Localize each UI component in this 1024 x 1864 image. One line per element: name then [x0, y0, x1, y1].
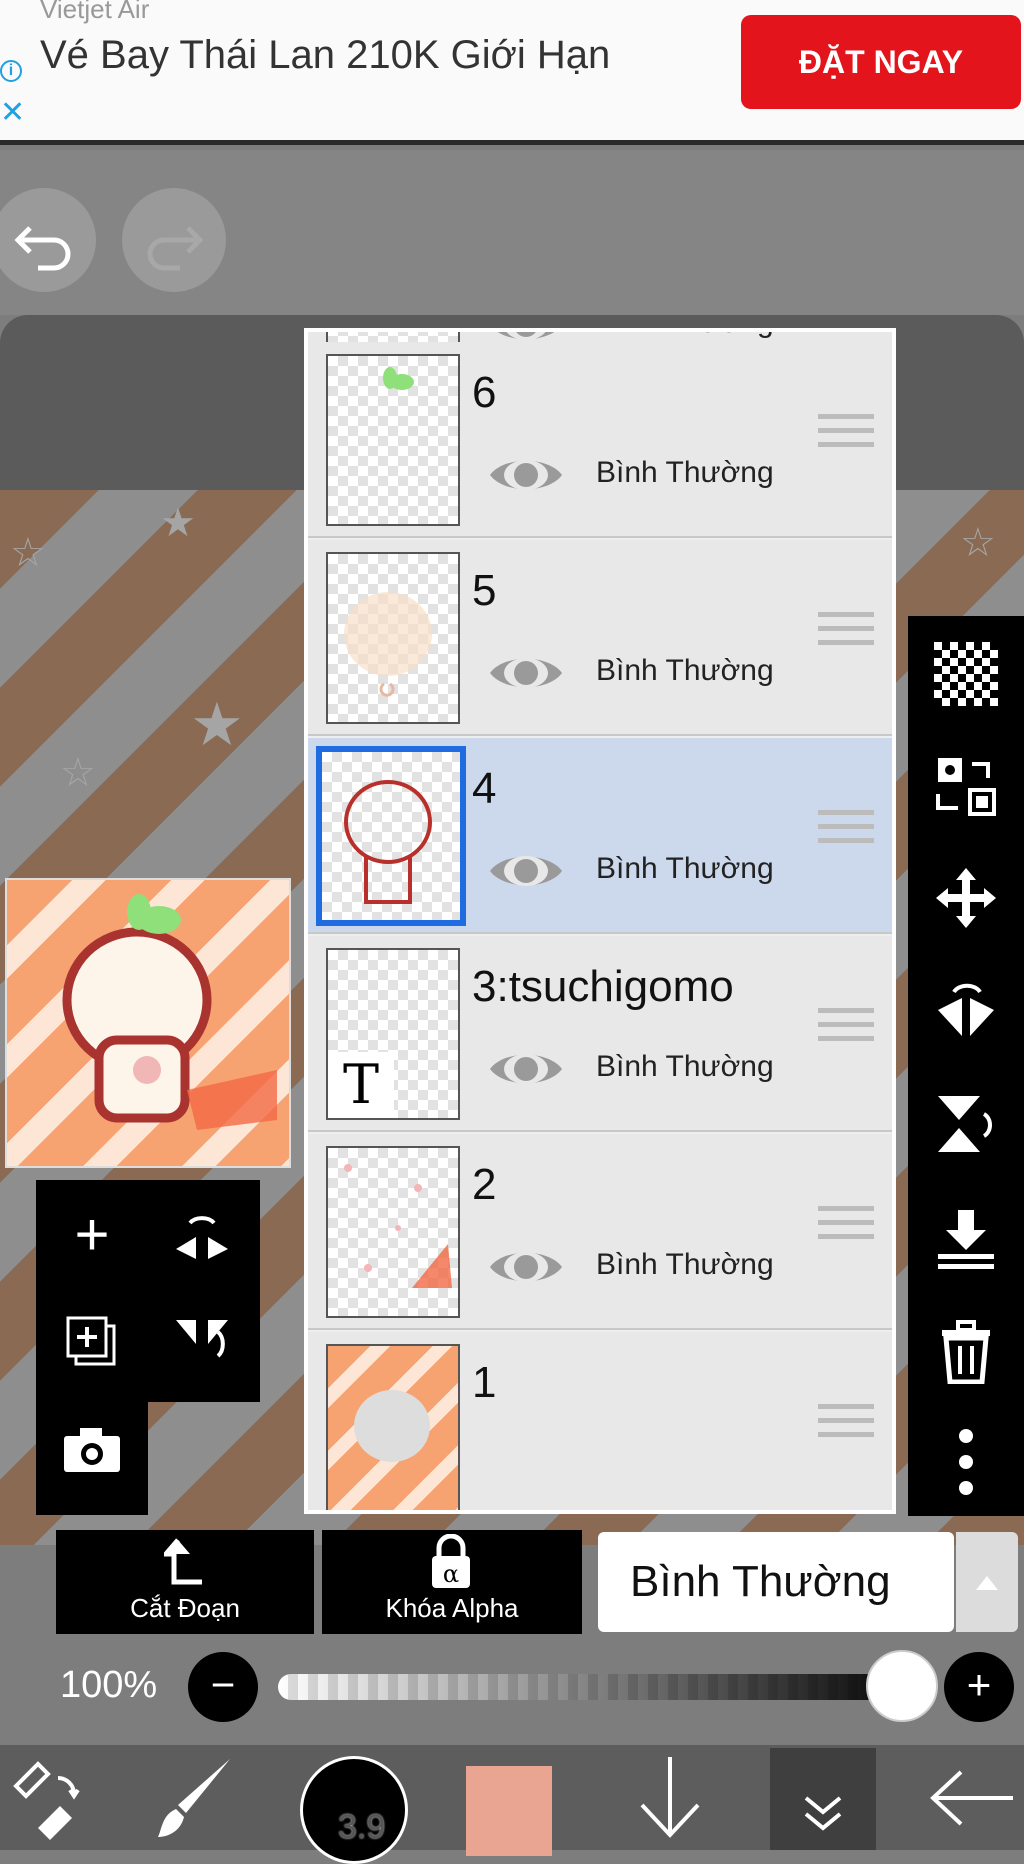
- drag-handle-icon[interactable]: [818, 414, 874, 462]
- layer-thumbnail[interactable]: T: [326, 948, 460, 1120]
- camera-icon[interactable]: [56, 1414, 128, 1486]
- drag-handle-icon[interactable]: [818, 1206, 874, 1254]
- layer-blend-mode: Bình Thường: [596, 654, 774, 687]
- layer-row[interactable]: 2 Bình Thường: [308, 1134, 892, 1330]
- layer-name: 1: [472, 1358, 497, 1407]
- brush-icon[interactable]: [140, 1745, 250, 1850]
- eraser-toggle-icon[interactable]: [0, 1745, 100, 1850]
- flip-vertical-icon[interactable]: [930, 1088, 1002, 1160]
- layer-row[interactable]: T 3:tsuchigomo Bình Thường: [308, 936, 892, 1132]
- drag-handle-icon[interactable]: [818, 1404, 874, 1452]
- layer-name: 3:tsuchigomo: [472, 962, 734, 1011]
- double-chevron-down-icon: [804, 1796, 842, 1831]
- star-decoration: ☆: [60, 751, 96, 795]
- ad-advertiser: Vietjet Air: [40, 0, 150, 24]
- layer-panel[interactable]: Bình Thường 6 Bình Thường 5 Bình Thường 4 Bình…: [304, 328, 896, 1514]
- canvas-preview[interactable]: [5, 878, 291, 1168]
- blend-mode-dropdown-button[interactable]: [956, 1532, 1018, 1632]
- layer-name: 5: [472, 566, 497, 615]
- star-decoration: ☆: [960, 521, 996, 565]
- star-decoration: ☆: [10, 531, 46, 575]
- flip-horizontal-icon[interactable]: [166, 1198, 238, 1270]
- layer-blend-mode: Bình Thường: [596, 332, 774, 340]
- trash-icon[interactable]: [930, 1316, 1002, 1388]
- more-options-icon[interactable]: [930, 1426, 1002, 1498]
- lock-icon: α: [432, 1534, 470, 1588]
- right-toolbar: [908, 616, 1024, 1516]
- drag-handle-icon[interactable]: [818, 810, 874, 858]
- ad-banner[interactable]: Vietjet Air Vé Bay Thái Lan 210K Giới Hạ…: [0, 0, 1024, 145]
- opacity-slider-handle[interactable]: [866, 1650, 938, 1722]
- ad-title[interactable]: Vé Bay Thái Lan 210K Giới Hạn: [40, 28, 640, 82]
- opacity-slider[interactable]: [278, 1674, 918, 1700]
- alpha-lock-button[interactable]: α Khóa Alpha: [322, 1530, 582, 1634]
- layer-row[interactable]: 1: [308, 1332, 892, 1510]
- layer-thumbnail[interactable]: [326, 354, 460, 526]
- duplicate-layer-icon[interactable]: [56, 1306, 128, 1378]
- preview-illustration: [62, 894, 277, 1130]
- visibility-eye-icon[interactable]: [488, 1046, 564, 1092]
- layer-thumbnail[interactable]: [326, 1146, 460, 1318]
- visibility-eye-icon[interactable]: [488, 452, 564, 498]
- layer-row[interactable]: 6 Bình Thường: [308, 342, 892, 538]
- blend-mode-select[interactable]: Bình Thường: [598, 1532, 954, 1632]
- opacity-decrease-button[interactable]: −: [188, 1652, 258, 1722]
- close-icon[interactable]: ✕: [0, 98, 25, 128]
- clipping-button[interactable]: Cắt Đoạn: [56, 1530, 314, 1634]
- brush-size-value: 3.9: [338, 1808, 386, 1846]
- ad-cta-button[interactable]: ĐẶT NGAY: [741, 15, 1021, 109]
- layer-name: 2: [472, 1160, 497, 1209]
- back-arrow-icon[interactable]: [920, 1745, 1024, 1850]
- layer-thumbnail[interactable]: [326, 552, 460, 724]
- layer-blend-mode: Bình Thường: [596, 1248, 774, 1281]
- layer-blend-mode: Bình Thường: [596, 852, 774, 885]
- layer-tools: +: [36, 1180, 260, 1515]
- add-layer-icon[interactable]: +: [56, 1198, 128, 1270]
- redo-button[interactable]: [122, 188, 226, 292]
- layer-name: 6: [472, 368, 497, 417]
- merge-down-icon[interactable]: [930, 1202, 1002, 1274]
- undo-icon: [14, 226, 71, 271]
- layer-blend-mode: Bình Thường: [596, 456, 774, 489]
- opacity-value: 100%: [60, 1664, 158, 1706]
- visibility-eye-icon[interactable]: [488, 848, 564, 894]
- layer-row[interactable]: 4 Bình Thường: [308, 738, 892, 934]
- transparency-icon[interactable]: [930, 638, 1002, 710]
- info-icon[interactable]: i: [0, 60, 22, 82]
- layer-blend-mode: Bình Thường: [596, 1050, 774, 1083]
- opacity-increase-button[interactable]: +: [944, 1652, 1014, 1722]
- flip-horizontal-icon[interactable]: [930, 976, 1002, 1048]
- clipping-icon: [164, 1538, 202, 1585]
- layers-tab-button[interactable]: [770, 1748, 876, 1850]
- drag-handle-icon[interactable]: [818, 1008, 874, 1056]
- redo-icon: [147, 226, 204, 271]
- layer-row[interactable]: 5 Bình Thường: [308, 540, 892, 736]
- star-decoration: ★: [190, 691, 244, 758]
- alpha-lock-label: Khóa Alpha: [385, 1593, 519, 1623]
- undo-button[interactable]: [0, 188, 96, 292]
- move-icon[interactable]: [930, 862, 1002, 934]
- star-decoration: ★: [160, 501, 196, 545]
- visibility-eye-icon[interactable]: [488, 1244, 564, 1290]
- swap-layer-icon[interactable]: [930, 750, 1002, 822]
- flip-vertical-icon[interactable]: [166, 1306, 238, 1378]
- layer-name: 4: [472, 764, 497, 813]
- drag-handle-icon[interactable]: [818, 612, 874, 660]
- clipping-label: Cắt Đoạn: [130, 1593, 240, 1623]
- color-swatch[interactable]: [466, 1766, 552, 1856]
- layer-thumbnail[interactable]: [316, 746, 466, 926]
- arrow-down-icon[interactable]: [610, 1745, 730, 1850]
- triangle-up-icon: [976, 1576, 998, 1590]
- svg-text:α: α: [443, 1560, 459, 1588]
- layer-thumbnail[interactable]: [326, 1344, 460, 1510]
- visibility-eye-icon[interactable]: [488, 650, 564, 696]
